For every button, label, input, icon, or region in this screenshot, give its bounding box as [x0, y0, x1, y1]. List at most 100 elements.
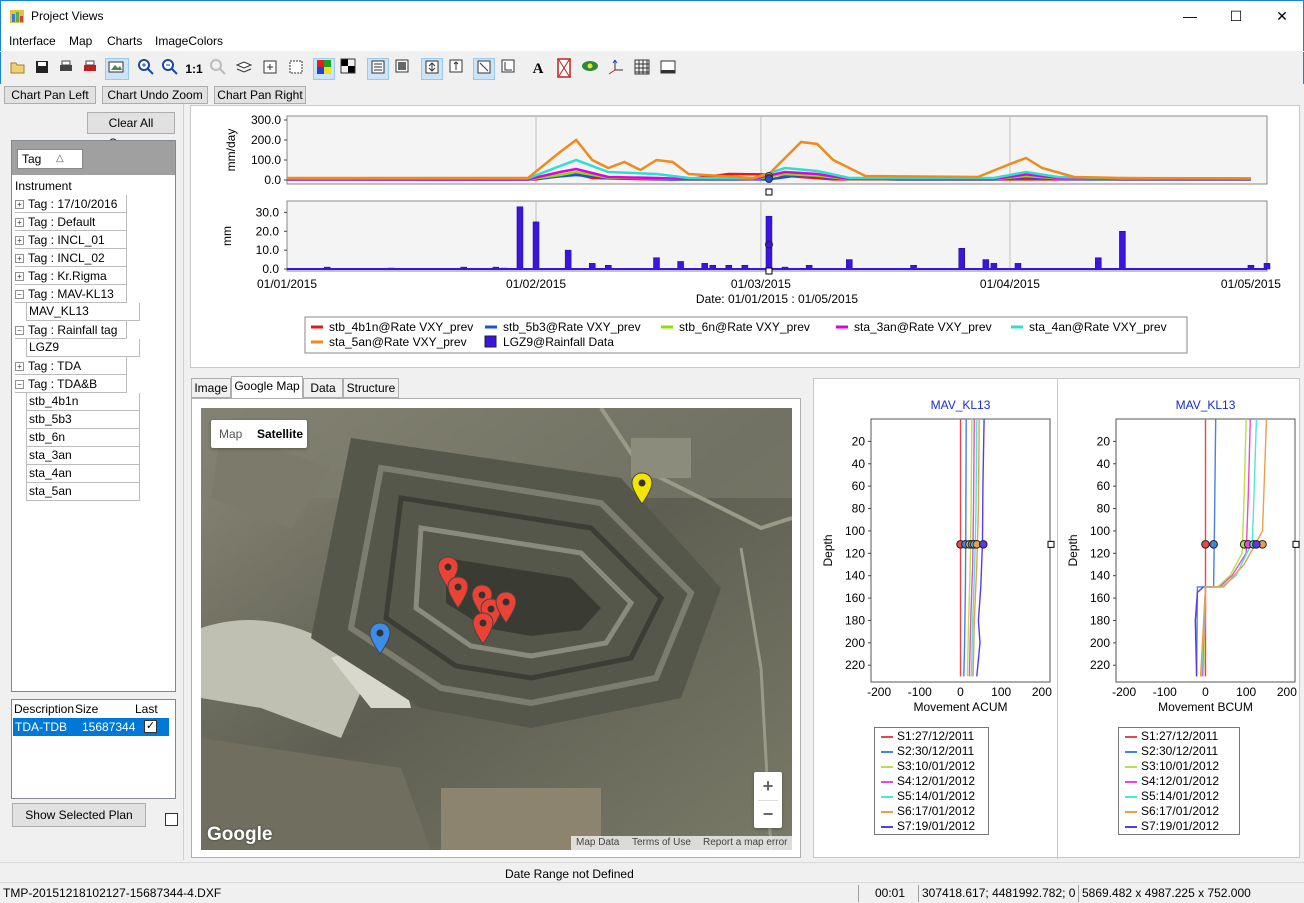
tree-tag-3[interactable]: + Tag : INCL_02: [15, 249, 127, 267]
move-icon[interactable]: [421, 58, 443, 80]
status-extent: 5869.482 x 4987.225 x 752.000: [1078, 885, 1304, 902]
save-icon[interactable]: [31, 58, 53, 80]
tree-tag-6[interactable]: − Tag : Rainfall tag: [15, 321, 127, 339]
profile-title: MAV_KL13: [931, 398, 991, 412]
map-marker-pin[interactable]: [369, 622, 391, 656]
legend-swatch: [881, 826, 893, 828]
zoom-in-icon[interactable]: [135, 58, 157, 80]
report-map-error-link[interactable]: Report a map error: [703, 837, 787, 848]
map-type-map[interactable]: Map: [219, 427, 242, 441]
zoom-ratio-icon[interactable]: 1:1: [183, 58, 205, 80]
tree-tag-2[interactable]: + Tag : INCL_01: [15, 231, 127, 249]
chart-undo-zoom-button[interactable]: Chart Undo Zoom: [102, 86, 208, 104]
fit-extent-icon[interactable]: [259, 58, 281, 80]
sensor-tree[interactable]: Tag △ Instrument + Tag : 17/10/2016 + Tag :…: [11, 140, 176, 692]
tab-image[interactable]: Image: [191, 378, 231, 398]
profile-cursor-handle[interactable]: [1292, 540, 1300, 548]
terms-of-use-link[interactable]: Terms of Use: [632, 837, 691, 848]
satellite-map[interactable]: Map Satellite + − Google Map Data Terms …: [201, 408, 792, 850]
map-zoom-out-button[interactable]: −: [754, 800, 782, 828]
cursor-handle[interactable]: [765, 267, 773, 275]
print-icon[interactable]: [55, 58, 77, 80]
collapse-icon[interactable]: −: [15, 326, 24, 336]
map-marker-pin[interactable]: [631, 472, 653, 506]
legend-swatch: [881, 736, 893, 738]
tree-tag-7[interactable]: + Tag : TDA: [15, 357, 127, 375]
plan-row[interactable]: TDA-TDB 15687344 ✓: [13, 718, 169, 736]
map-marker-pin[interactable]: [447, 576, 469, 610]
print-color-icon[interactable]: [79, 58, 101, 80]
tree-sensor-stb_4b1n[interactable]: stb_4b1n: [26, 393, 140, 411]
layers-icon[interactable]: [233, 58, 255, 80]
list-view-icon[interactable]: [367, 58, 389, 80]
expand-icon[interactable]: +: [15, 218, 24, 228]
bw-palette-icon[interactable]: [337, 58, 359, 80]
rain-bar: [1119, 231, 1126, 270]
tab-data[interactable]: Data: [303, 378, 343, 398]
window-icon[interactable]: [657, 58, 679, 80]
chart-pan-right-button[interactable]: Chart Pan Right: [214, 86, 306, 104]
clear-all-sensors-button[interactable]: Clear All Sensors: [87, 112, 175, 150]
grid-icon[interactable]: [631, 58, 653, 80]
chart-pan-left-button[interactable]: Chart Pan Left: [4, 86, 96, 104]
expand-icon[interactable]: +: [15, 236, 24, 246]
plans-list[interactable]: Description Size Last TDA-TDB 15687344 ✓: [11, 699, 176, 799]
menu-charts[interactable]: Charts: [107, 34, 142, 48]
clear-icon[interactable]: [553, 58, 575, 80]
tree-tag-5[interactable]: − Tag : MAV-KL13: [15, 285, 127, 303]
minimize-button[interactable]: —: [1167, 1, 1213, 31]
profile-chart-acum[interactable]: MAV_KL13 20 40 60 80 100 120 140 160 180 200 220-20…: [814, 389, 1057, 719]
menu-map[interactable]: Map: [69, 34, 92, 48]
sort-icon: △: [56, 153, 64, 164]
detail-view-icon[interactable]: [391, 58, 413, 80]
plan-checkbox[interactable]: [165, 813, 178, 826]
cursor-handle[interactable]: [765, 188, 773, 196]
tab-structure[interactable]: Structure: [343, 378, 399, 398]
select-extent-icon[interactable]: [285, 58, 307, 80]
tree-sensor-sta_4an[interactable]: sta_4an: [26, 465, 140, 483]
tree-sensor-sta_3an[interactable]: sta_3an: [26, 447, 140, 465]
expand-icon[interactable]: +: [15, 362, 24, 372]
tree-tag-4[interactable]: + Tag : Kr.Rigma: [15, 267, 127, 285]
expand-icon[interactable]: +: [15, 272, 24, 282]
eye-icon[interactable]: [579, 58, 601, 80]
tree-tag-1[interactable]: + Tag : Default: [15, 213, 127, 231]
tree-sensor-LGZ9[interactable]: LGZ9: [26, 339, 140, 357]
maximize-button[interactable]: ☐: [1213, 1, 1259, 31]
plan-last-checkbox[interactable]: ✓: [144, 720, 157, 733]
tab-google-map[interactable]: Google Map: [231, 376, 303, 398]
close-button[interactable]: ✕: [1259, 1, 1304, 31]
map-zoom-in-button[interactable]: +: [754, 772, 782, 800]
menu-interface[interactable]: Interface: [9, 34, 56, 48]
tree-sensor-sta_5an[interactable]: sta_5an: [26, 483, 140, 501]
zoom-out-icon[interactable]: [159, 58, 181, 80]
color-palette-icon[interactable]: [313, 58, 335, 80]
map-marker-pin[interactable]: [472, 612, 494, 646]
tree-tag-0[interactable]: + Tag : 17/10/2016: [15, 195, 127, 213]
tree-group-header[interactable]: Tag △: [17, 149, 83, 169]
profile-chart-bcum[interactable]: MAV_KL13 20 40 60 80 100 120 140 160 180 200 220-20…: [1059, 389, 1302, 719]
axes-icon[interactable]: [605, 58, 627, 80]
collapse-icon[interactable]: −: [15, 290, 24, 300]
open-folder-icon[interactable]: [7, 58, 29, 80]
image-edit-icon[interactable]: [105, 58, 129, 80]
menu-imagecolors[interactable]: ImageColors: [155, 34, 223, 48]
profile-cursor-handle[interactable]: [1047, 540, 1055, 548]
tree-sensor-stb_6n[interactable]: stb_6n: [26, 429, 140, 447]
tree-sensor-MAV_KL13[interactable]: MAV_KL13: [26, 303, 140, 321]
text-icon[interactable]: A: [527, 58, 549, 80]
show-selected-plan-button[interactable]: Show Selected Plan: [12, 803, 146, 827]
expand-icon[interactable]: +: [15, 254, 24, 264]
map-data-link[interactable]: Map Data: [576, 837, 619, 848]
profile-y-tick: 40: [1097, 457, 1111, 471]
map-type-satellite[interactable]: Satellite: [257, 427, 303, 441]
crop-icon[interactable]: [497, 58, 519, 80]
tree-sensor-stb_5b3[interactable]: stb_5b3: [26, 411, 140, 429]
collapse-icon[interactable]: −: [15, 380, 24, 390]
vertical-move-icon[interactable]: [445, 58, 467, 80]
tree-tag-8[interactable]: − Tag : TDA&B: [15, 375, 127, 393]
expand-icon[interactable]: +: [15, 200, 24, 210]
measure-icon[interactable]: [473, 58, 495, 80]
map-marker-pin[interactable]: [495, 591, 517, 625]
time-series-chart[interactable]: 300.0 200.0 100.0 0.0 mm/day 30.0 20.0 10.0 0.0 m…: [191, 106, 1299, 367]
